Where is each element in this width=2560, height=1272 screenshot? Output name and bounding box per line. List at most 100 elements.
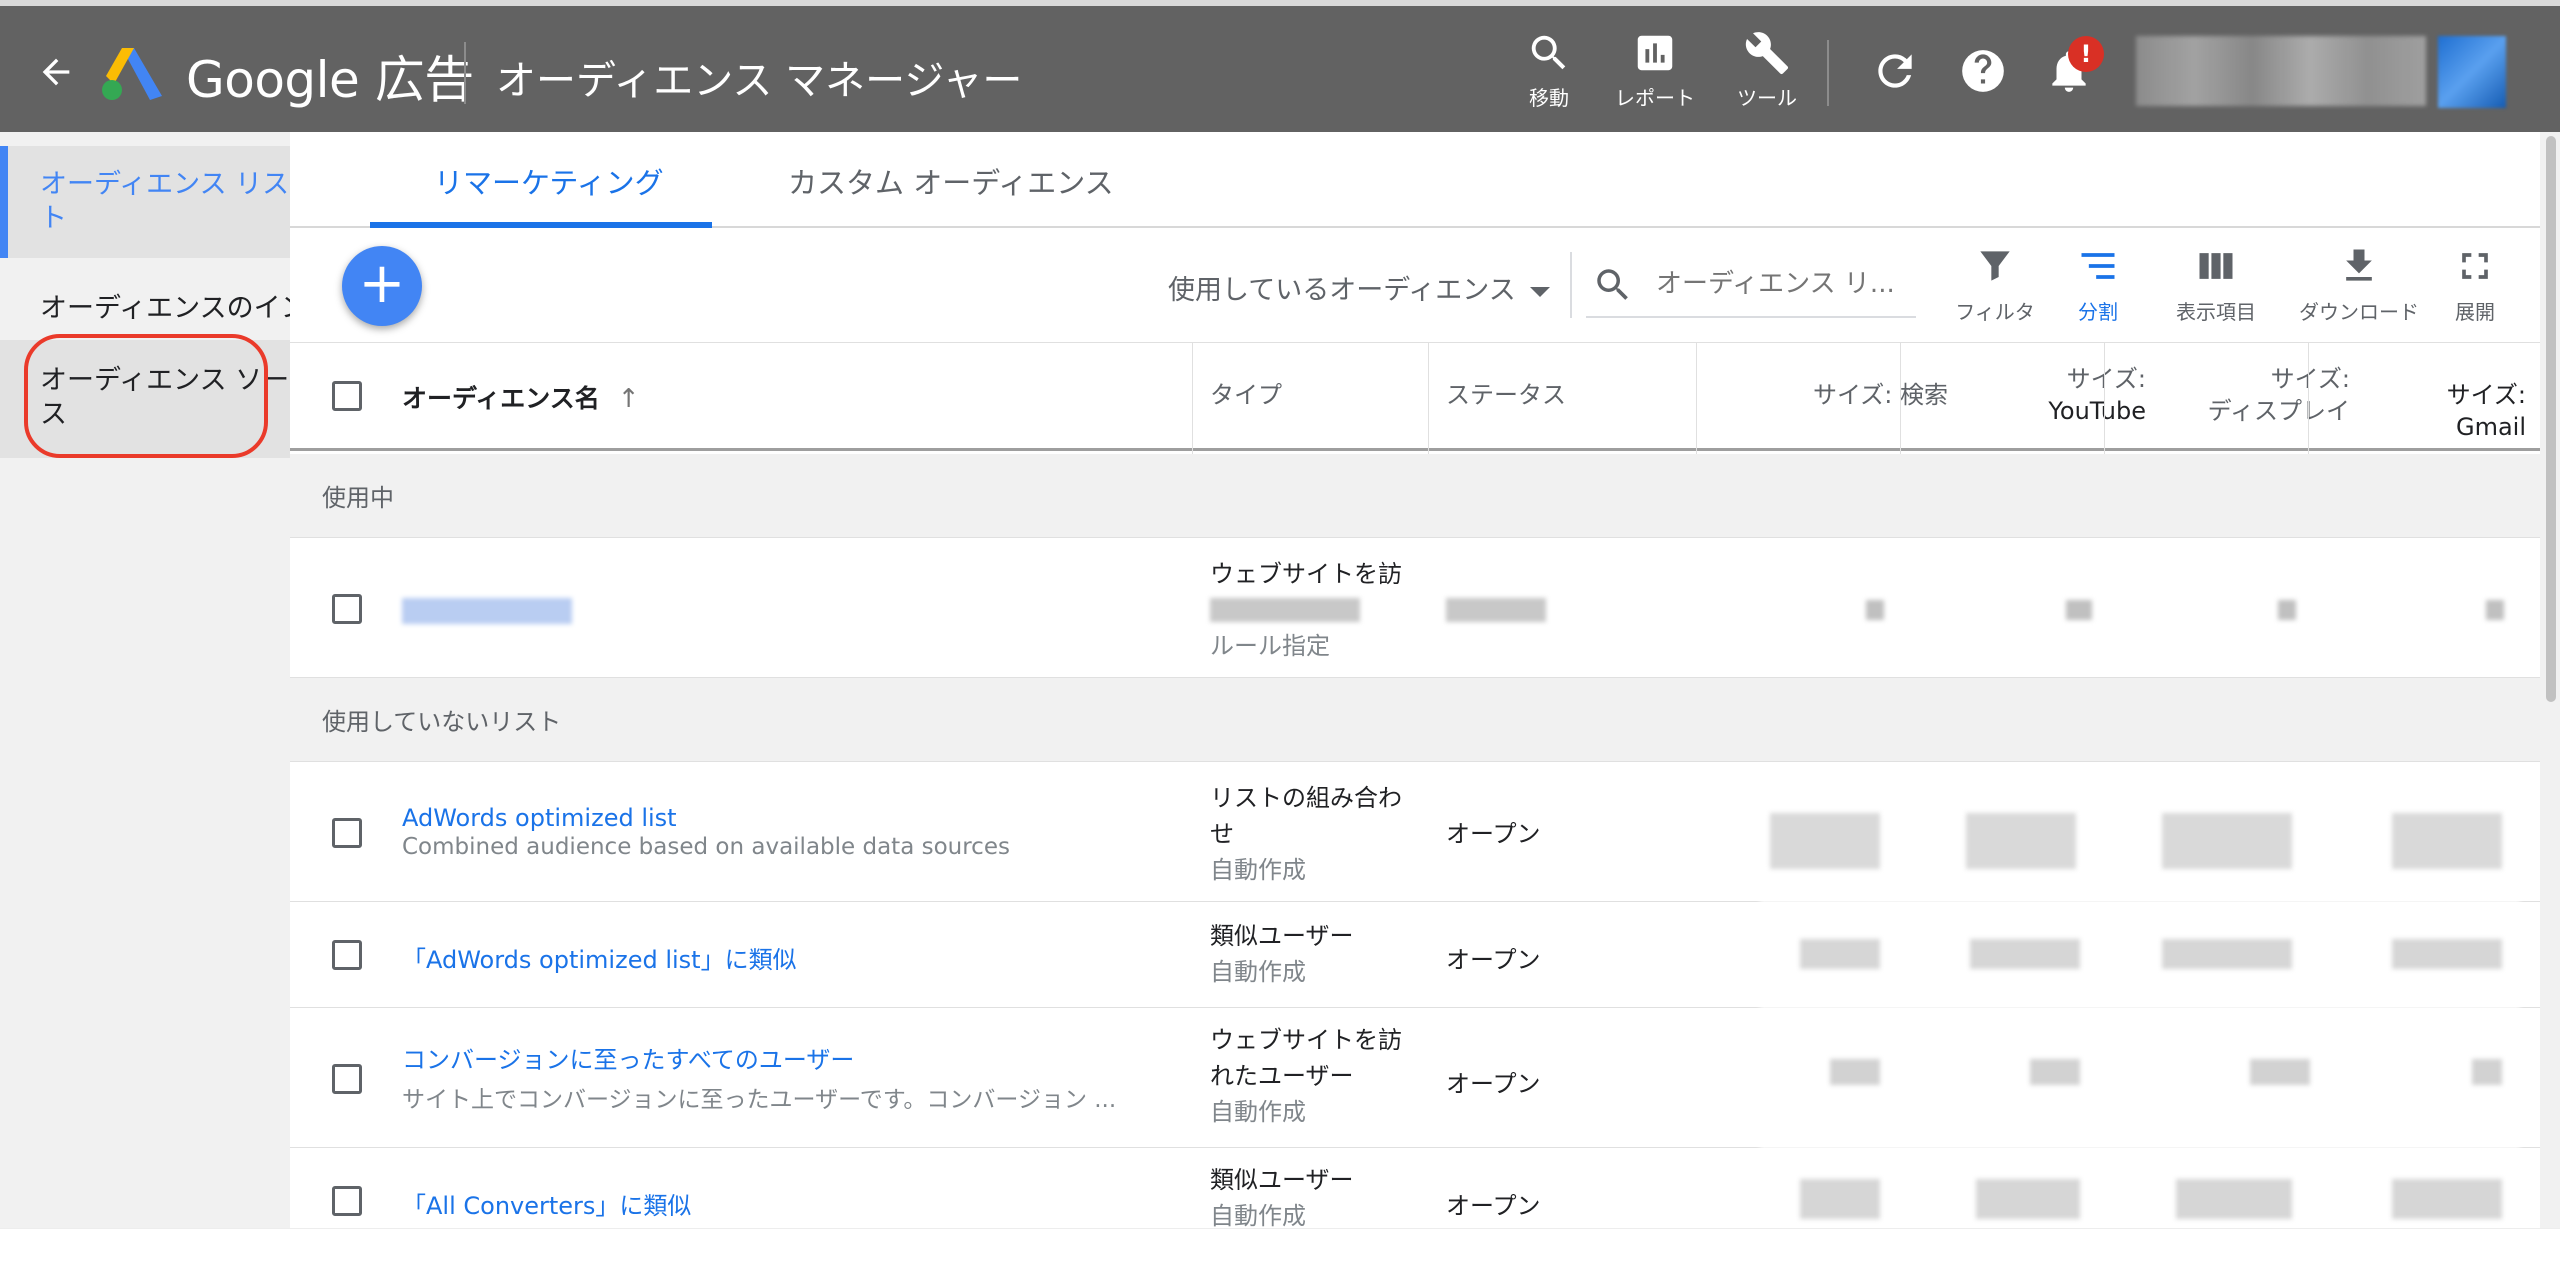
help-icon[interactable] bbox=[1958, 46, 2008, 96]
blurred-size bbox=[1866, 600, 1884, 620]
blurred-size bbox=[2392, 939, 2502, 969]
page-title: オーディエンス マネージャー bbox=[496, 58, 1023, 104]
blurred-size bbox=[2066, 600, 2092, 620]
audience-name-link[interactable]: 「All Converters」に類似 bbox=[402, 1186, 691, 1221]
segment-icon bbox=[2081, 253, 2115, 279]
download-icon bbox=[2346, 249, 2372, 281]
columns-label: 表示項目 bbox=[2176, 300, 2256, 324]
blurred-audience-name[interactable] bbox=[402, 598, 572, 624]
scrollbar-thumb[interactable] bbox=[2546, 136, 2556, 702]
highlight-circle-annotation bbox=[24, 334, 268, 458]
column-header-size-youtube[interactable]: サイズ: YouTube bbox=[1958, 363, 2146, 427]
filter-button[interactable]: フィルタ bbox=[1945, 244, 2045, 325]
nav-tools-button[interactable]: ツール bbox=[1712, 30, 1822, 111]
audience-name-link[interactable]: コンバージョンに至ったすべてのユーザー bbox=[402, 1040, 854, 1075]
brand-divider bbox=[464, 42, 466, 104]
blurred-size bbox=[2486, 600, 2504, 620]
audience-name-link[interactable]: AdWords optimized list bbox=[402, 804, 677, 832]
select-all-checkbox[interactable] bbox=[332, 381, 362, 411]
nav-report-label: レポート bbox=[1615, 86, 1695, 110]
sidebar-item-audience-list[interactable]: オーディエンス リスト bbox=[0, 146, 290, 258]
account-name-blurred[interactable] bbox=[2136, 36, 2426, 106]
columns-button[interactable]: 表示項目 bbox=[2156, 244, 2276, 325]
row-type-line1: 類似ユーザー bbox=[1210, 922, 1354, 950]
filter-label: フィルタ bbox=[1955, 300, 2035, 324]
row-checkbox[interactable] bbox=[332, 940, 362, 970]
sort-ascending-icon: ↑ bbox=[617, 384, 640, 414]
column-header-size-gmail[interactable]: サイズ: Gmail bbox=[2370, 379, 2526, 443]
audience-filter-label: 使用しているオーディエンス bbox=[1168, 275, 1516, 306]
tab-remarketing[interactable]: リマーケティング bbox=[434, 160, 664, 202]
blurred-size bbox=[1800, 939, 1880, 969]
google-ads-logo-icon bbox=[102, 48, 162, 100]
blurred-size bbox=[1966, 813, 2076, 869]
expand-button[interactable]: 展開 bbox=[2440, 244, 2510, 325]
tab-custom-audience[interactable]: カスタム オーディエンス bbox=[788, 160, 1114, 202]
blurred-size bbox=[1976, 1179, 2080, 1219]
wrench-icon bbox=[1745, 32, 1789, 75]
row-status: オープン bbox=[1446, 1070, 1541, 1098]
row-checkbox[interactable] bbox=[332, 818, 362, 848]
row-checkbox[interactable] bbox=[332, 1186, 362, 1216]
blurred-size bbox=[2392, 813, 2502, 869]
tab-bar: リマーケティング カスタム オーディエンス bbox=[290, 132, 2540, 228]
table-row[interactable]: ウェブサイトを訪 ルール指定 bbox=[290, 538, 2540, 678]
section-unused: 使用していないリスト bbox=[290, 678, 2540, 762]
blurred-size bbox=[1970, 939, 2080, 969]
column-header-size-display[interactable]: サイズ: ディスプレイ bbox=[2156, 363, 2350, 427]
nav-report-button[interactable]: レポート bbox=[1600, 30, 1710, 111]
notification-badge: ! bbox=[2068, 36, 2104, 72]
size-youtube-line2: YouTube bbox=[2048, 397, 2146, 425]
column-header-status[interactable]: ステータス bbox=[1446, 379, 1566, 411]
blurred-size bbox=[2176, 1179, 2292, 1219]
audience-description: Combined audience based on available dat… bbox=[402, 834, 1010, 860]
blurred-size bbox=[2030, 1059, 2080, 1085]
row-type-line2: せ bbox=[1210, 820, 1234, 848]
row-type: 類似ユーザー 自動作成 bbox=[1210, 1162, 1430, 1234]
segment-label: 分割 bbox=[2078, 300, 2118, 324]
blurred-size bbox=[2472, 1059, 2502, 1085]
audience-name-link[interactable]: 「AdWords optimized list」に類似 bbox=[402, 940, 797, 975]
expand-label: 展開 bbox=[2455, 300, 2495, 324]
blurred-status bbox=[1446, 598, 1546, 622]
main-content: リマーケティング カスタム オーディエンス + 使用しているオーディエンス フィ… bbox=[290, 132, 2540, 1272]
download-label: ダウンロード bbox=[2299, 300, 2419, 324]
column-header-type[interactable]: タイプ bbox=[1210, 379, 1282, 411]
blurred-type-detail bbox=[1210, 598, 1360, 622]
refresh-icon[interactable] bbox=[1870, 46, 1920, 96]
audience-search-input[interactable] bbox=[1654, 264, 1914, 304]
columns-icon bbox=[2199, 253, 2233, 279]
size-youtube-line1: サイズ: bbox=[2066, 365, 2146, 393]
top-app-bar: Google 広告 オーディエンス マネージャー 移動 レポート ツール ! bbox=[0, 0, 2560, 132]
add-audience-button[interactable]: + bbox=[342, 246, 422, 326]
blurred-size bbox=[2162, 813, 2292, 869]
blurred-size bbox=[1800, 1179, 1880, 1219]
row-type: ウェブサイトを訪 ルール指定 bbox=[1210, 556, 1430, 664]
back-arrow-icon[interactable] bbox=[36, 52, 76, 92]
avatar[interactable] bbox=[2438, 36, 2506, 108]
search-icon bbox=[1597, 269, 1628, 300]
nav-move-button[interactable]: 移動 bbox=[1494, 30, 1604, 111]
search-icon bbox=[1531, 35, 1566, 70]
size-display-line1: サイズ: bbox=[2270, 365, 2350, 393]
row-type-auto: 自動作成 bbox=[1210, 1098, 1306, 1126]
filter-icon bbox=[1980, 251, 2010, 281]
row-checkbox[interactable] bbox=[332, 1064, 362, 1094]
topbar-divider bbox=[1827, 40, 1829, 106]
brand-name: Google 広告 bbox=[186, 51, 474, 109]
segment-button[interactable]: 分割 bbox=[2050, 244, 2146, 325]
row-type-line1: 類似ユーザー bbox=[1210, 1166, 1354, 1194]
row-checkbox[interactable] bbox=[332, 594, 362, 624]
row-type-line1: ウェブサイトを訪 bbox=[1210, 560, 1402, 588]
download-button[interactable]: ダウンロード bbox=[2294, 244, 2424, 325]
active-tab-indicator bbox=[370, 222, 712, 228]
audience-filter-dropdown[interactable]: 使用しているオーディエンス bbox=[1168, 268, 1550, 307]
toolbar-divider bbox=[1570, 252, 1572, 318]
row-type: 類似ユーザー 自動作成 bbox=[1210, 918, 1430, 990]
blurred-size bbox=[2250, 1059, 2310, 1085]
blurred-size bbox=[1770, 813, 1880, 869]
row-type: ウェブサイトを訪 れたユーザー 自動作成 bbox=[1210, 1022, 1430, 1130]
column-header-size-search[interactable]: サイズ: 検索 bbox=[1750, 379, 1948, 411]
column-header-name[interactable]: オーディエンス名 ↑ bbox=[402, 379, 640, 415]
row-status: オープン bbox=[1446, 1192, 1541, 1220]
